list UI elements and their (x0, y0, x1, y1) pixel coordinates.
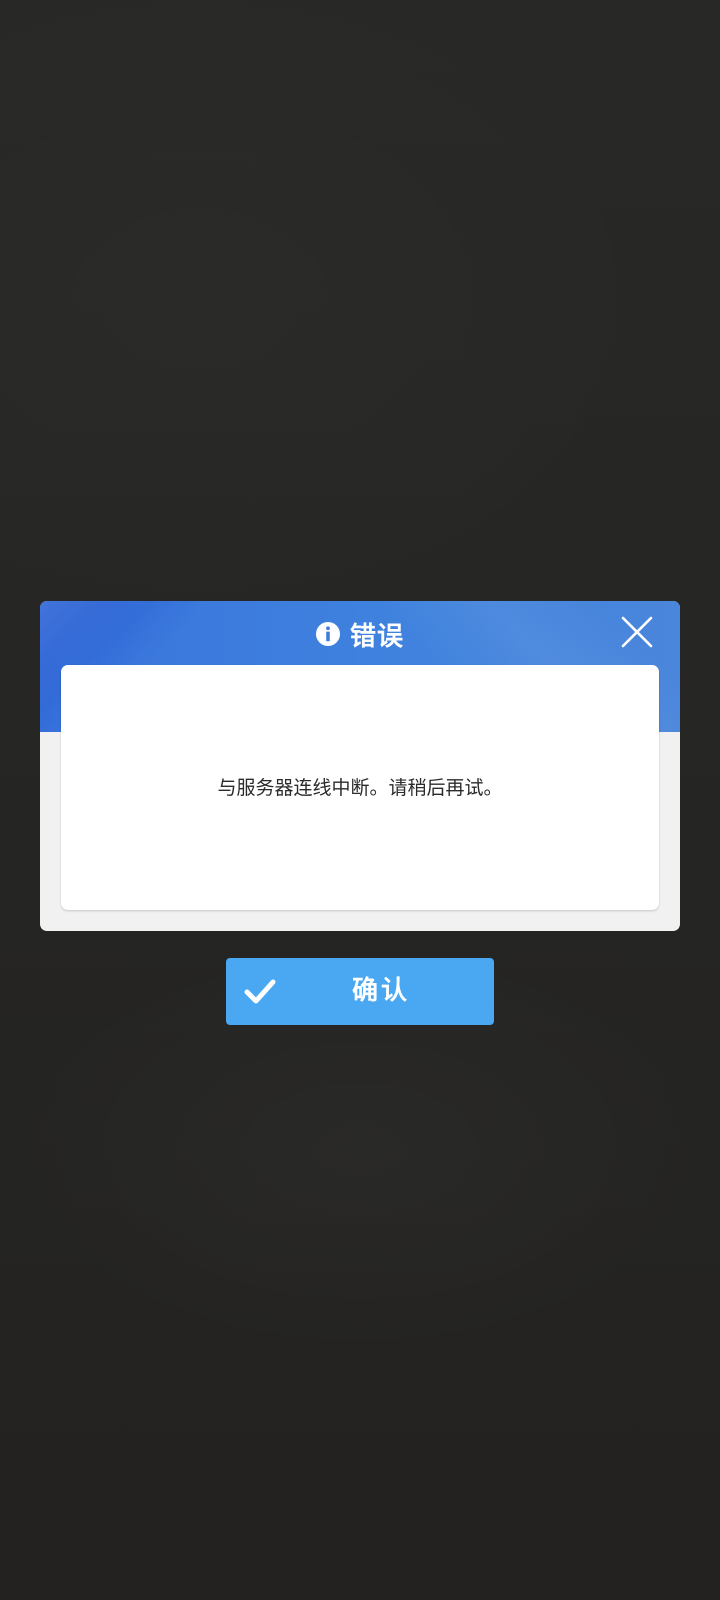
error-dialog: 错误 与服务器连线中断。请稍后再试。 (40, 601, 680, 931)
close-button[interactable] (620, 615, 654, 649)
confirm-button-label: 确认 (352, 976, 411, 1006)
message-card: 与服务器连线中断。请稍后再试。 (61, 665, 659, 910)
dialog-title-text: 错误 (349, 621, 404, 652)
dialog-title: 错误 (40, 601, 680, 667)
info-icon (315, 622, 340, 646)
confirm-button[interactable]: 确认 (226, 958, 494, 1025)
close-icon (621, 616, 653, 648)
checkmark-icon (244, 977, 276, 1005)
error-message: 与服务器连线中断。请稍后再试。 (217, 777, 503, 799)
